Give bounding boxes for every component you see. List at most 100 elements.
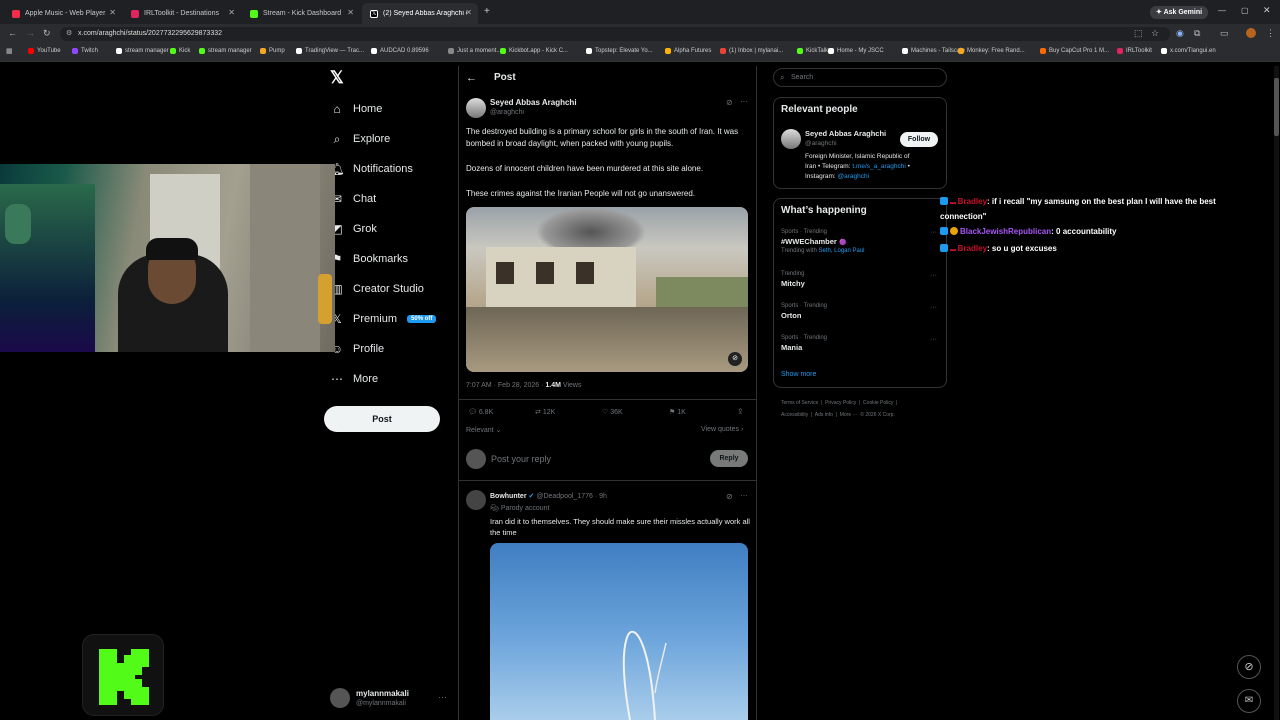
trend-item[interactable]: Sports · Trending #WWEChamber 🟣 Trending… (781, 229, 865, 254)
menu-dots-icon[interactable]: ⋮ (1266, 28, 1275, 39)
trend-more-icon[interactable]: ··· (930, 304, 937, 311)
bookmark-item[interactable]: TradingView — Trac... (296, 48, 364, 54)
bookmark-item[interactable]: Monkey: Free Rand... (958, 48, 1025, 54)
close-icon[interactable]: ✕ (228, 8, 235, 17)
show-more-link[interactable]: Show more (781, 371, 816, 378)
bookmark-item[interactable]: AUDCAD 0.89596 (371, 48, 429, 54)
minimize-icon[interactable]: — (1218, 6, 1226, 15)
bookmark-item[interactable]: stream manager (199, 48, 252, 54)
reply-input[interactable]: Post your reply (491, 454, 551, 464)
account-name[interactable]: mylannmakali (356, 689, 409, 698)
bookmark-item[interactable]: IRLToolkit (1117, 48, 1152, 54)
trend-item[interactable]: Trending Mitchy (781, 271, 805, 288)
account-more-icon[interactable]: ··· (438, 692, 447, 702)
instagram-link[interactable]: @araghchi (838, 173, 870, 180)
bookmark-item[interactable]: Home - My JSCC (828, 48, 884, 54)
x-logo-icon[interactable]: 𝕏 (330, 68, 344, 88)
grok-explain-icon[interactable]: ⊘ (726, 492, 733, 501)
bookmark-item[interactable]: Twitch (72, 48, 98, 54)
scrollbar-thumb[interactable] (1274, 78, 1279, 136)
nav-premium[interactable]: 𝕏 Premium 50% off (330, 312, 437, 326)
forward-icon[interactable]: → (26, 28, 35, 38)
bookmark-item[interactable]: (1) Inbox | mylanai... (720, 48, 783, 54)
nav-creator-studio[interactable]: ▥ Creator Studio (330, 282, 424, 296)
sidepanel-icon[interactable]: ▭ (1220, 28, 1229, 39)
close-icon[interactable]: ✕ (465, 8, 472, 17)
scrollbar-track[interactable] (1274, 66, 1279, 720)
account-avatar[interactable] (330, 688, 350, 708)
reload-icon[interactable]: ↻ (43, 28, 51, 39)
post-image[interactable]: ⊘ (466, 207, 748, 372)
grok-floating-icon[interactable]: ⊘ (1237, 655, 1261, 679)
reply-more-icon[interactable]: ··· (740, 491, 748, 500)
bookmark-action[interactable]: ⚑ 1K (669, 408, 686, 416)
bookmark-item[interactable]: Pump (260, 48, 285, 54)
telegram-link[interactable]: t.me/s_a_araghchi (852, 163, 905, 170)
tab-kick-dashboard[interactable]: Stream - Kick Dashboard ✕ (242, 3, 360, 24)
install-icon[interactable]: ⬚ (1134, 28, 1143, 39)
apps-grid-icon[interactable]: ▦ (6, 47, 13, 55)
tab-x-post[interactable]: 𝕏 (2) Seyed Abbas Araghchi on X ✕ (362, 3, 478, 24)
maximize-icon[interactable]: ▢ (1241, 6, 1249, 15)
trend-more-icon[interactable]: ··· (930, 272, 937, 279)
messages-floating-icon[interactable]: ✉ (1237, 689, 1261, 713)
trend-item[interactable]: Sports · Trending Mania (781, 335, 827, 352)
footer-links[interactable]: Accessibility | Ads info | More ··· © 20… (781, 412, 895, 418)
bookmark-item[interactable]: Alpha Futures (665, 48, 711, 54)
nav-more[interactable]: ⋯ More (330, 372, 378, 386)
new-tab-button[interactable]: + (484, 6, 490, 17)
close-icon[interactable]: ✕ (109, 8, 116, 17)
grok-explain-icon[interactable]: ⊘ (726, 98, 733, 107)
person-avatar[interactable] (781, 129, 801, 149)
site-info-icon[interactable]: ⚙ (66, 27, 72, 41)
sort-dropdown[interactable]: Relevant ⌄ (466, 426, 501, 434)
extensions-puzzle-icon[interactable]: ⧉ (1194, 28, 1200, 39)
bookmark-star-icon[interactable]: ☆ (1151, 28, 1159, 39)
back-icon[interactable]: ← (8, 28, 17, 38)
post-more-icon[interactable]: ··· (740, 97, 748, 106)
profile-avatar-icon[interactable] (1246, 28, 1256, 38)
close-icon[interactable]: ✕ (347, 8, 354, 17)
reply-button[interactable]: Reply (710, 450, 748, 467)
trend-more-icon[interactable]: ··· (930, 229, 937, 236)
bookmark-item[interactable]: YouTube (28, 48, 61, 54)
reply-author-name[interactable]: Bowhunter (490, 493, 527, 500)
bookmark-item[interactable]: Machines - Tailscale (902, 48, 965, 54)
share-icon[interactable]: ⇪ (737, 407, 744, 416)
reply-image[interactable] (490, 543, 748, 720)
nav-explore[interactable]: ⌕ Explore (330, 132, 391, 146)
trend-more-icon[interactable]: ··· (930, 336, 937, 343)
close-window-icon[interactable]: ✕ (1263, 5, 1271, 16)
bookmark-item[interactable]: Topstep: Elevate Yo... (586, 48, 653, 54)
nav-notifications[interactable]: 🔔︎ Notifications (329, 162, 413, 176)
extension-icon[interactable]: ◉ (1176, 28, 1184, 39)
nav-home[interactable]: ⌂ Home (330, 102, 382, 116)
trend-item[interactable]: Sports · Trending Orton (781, 303, 827, 320)
follow-button[interactable]: Follow (900, 132, 938, 147)
tab-irltoolkit[interactable]: IRLToolkit - Destinations ✕ (123, 3, 241, 24)
person-name[interactable]: Seyed Abbas Araghchi (805, 129, 886, 138)
nav-bookmarks[interactable]: ⚑ Bookmarks (330, 252, 408, 266)
bookmark-item[interactable]: Buy CapCut Pro 1 M... (1040, 48, 1109, 54)
reply-action[interactable]: 💬︎ 6.8K (468, 408, 493, 416)
nav-profile[interactable]: ☺ Profile (330, 342, 384, 356)
bookmark-item[interactable]: Kick (170, 48, 190, 54)
bookmark-item[interactable]: KickTalk (797, 48, 828, 54)
author-handle[interactable]: @araghchi (490, 109, 524, 116)
author-avatar[interactable] (466, 98, 486, 118)
like-action[interactable]: ♡ 36K (602, 408, 623, 416)
bookmark-item[interactable]: Kickbot.app - Kick C... (500, 48, 568, 54)
trend-extra-links[interactable]: Seth, Logan Paul (818, 248, 864, 254)
bookmark-item[interactable]: x.com/Tlangui.en (1161, 48, 1216, 54)
footer-links[interactable]: Terms of Service | Privacy Policy | Cook… (781, 400, 897, 406)
tab-apple-music[interactable]: Apple Music - Web Player ✕ (4, 3, 122, 24)
view-quotes-link[interactable]: View quotes › (701, 426, 743, 433)
bookmark-item[interactable]: stream manager (116, 48, 169, 54)
author-name[interactable]: Seyed Abbas Araghchi (490, 98, 577, 107)
url-input[interactable]: ⚙ x.com/araghchi/status/2027732295629873… (60, 27, 1170, 41)
bookmark-item[interactable]: Just a moment... (448, 48, 501, 54)
ask-gemini-button[interactable]: ✦ Ask Gemini (1150, 6, 1209, 19)
nav-chat[interactable]: ✉ Chat (330, 192, 376, 206)
back-arrow-icon[interactable]: ← (466, 72, 477, 84)
reply-author-avatar[interactable] (466, 490, 486, 510)
